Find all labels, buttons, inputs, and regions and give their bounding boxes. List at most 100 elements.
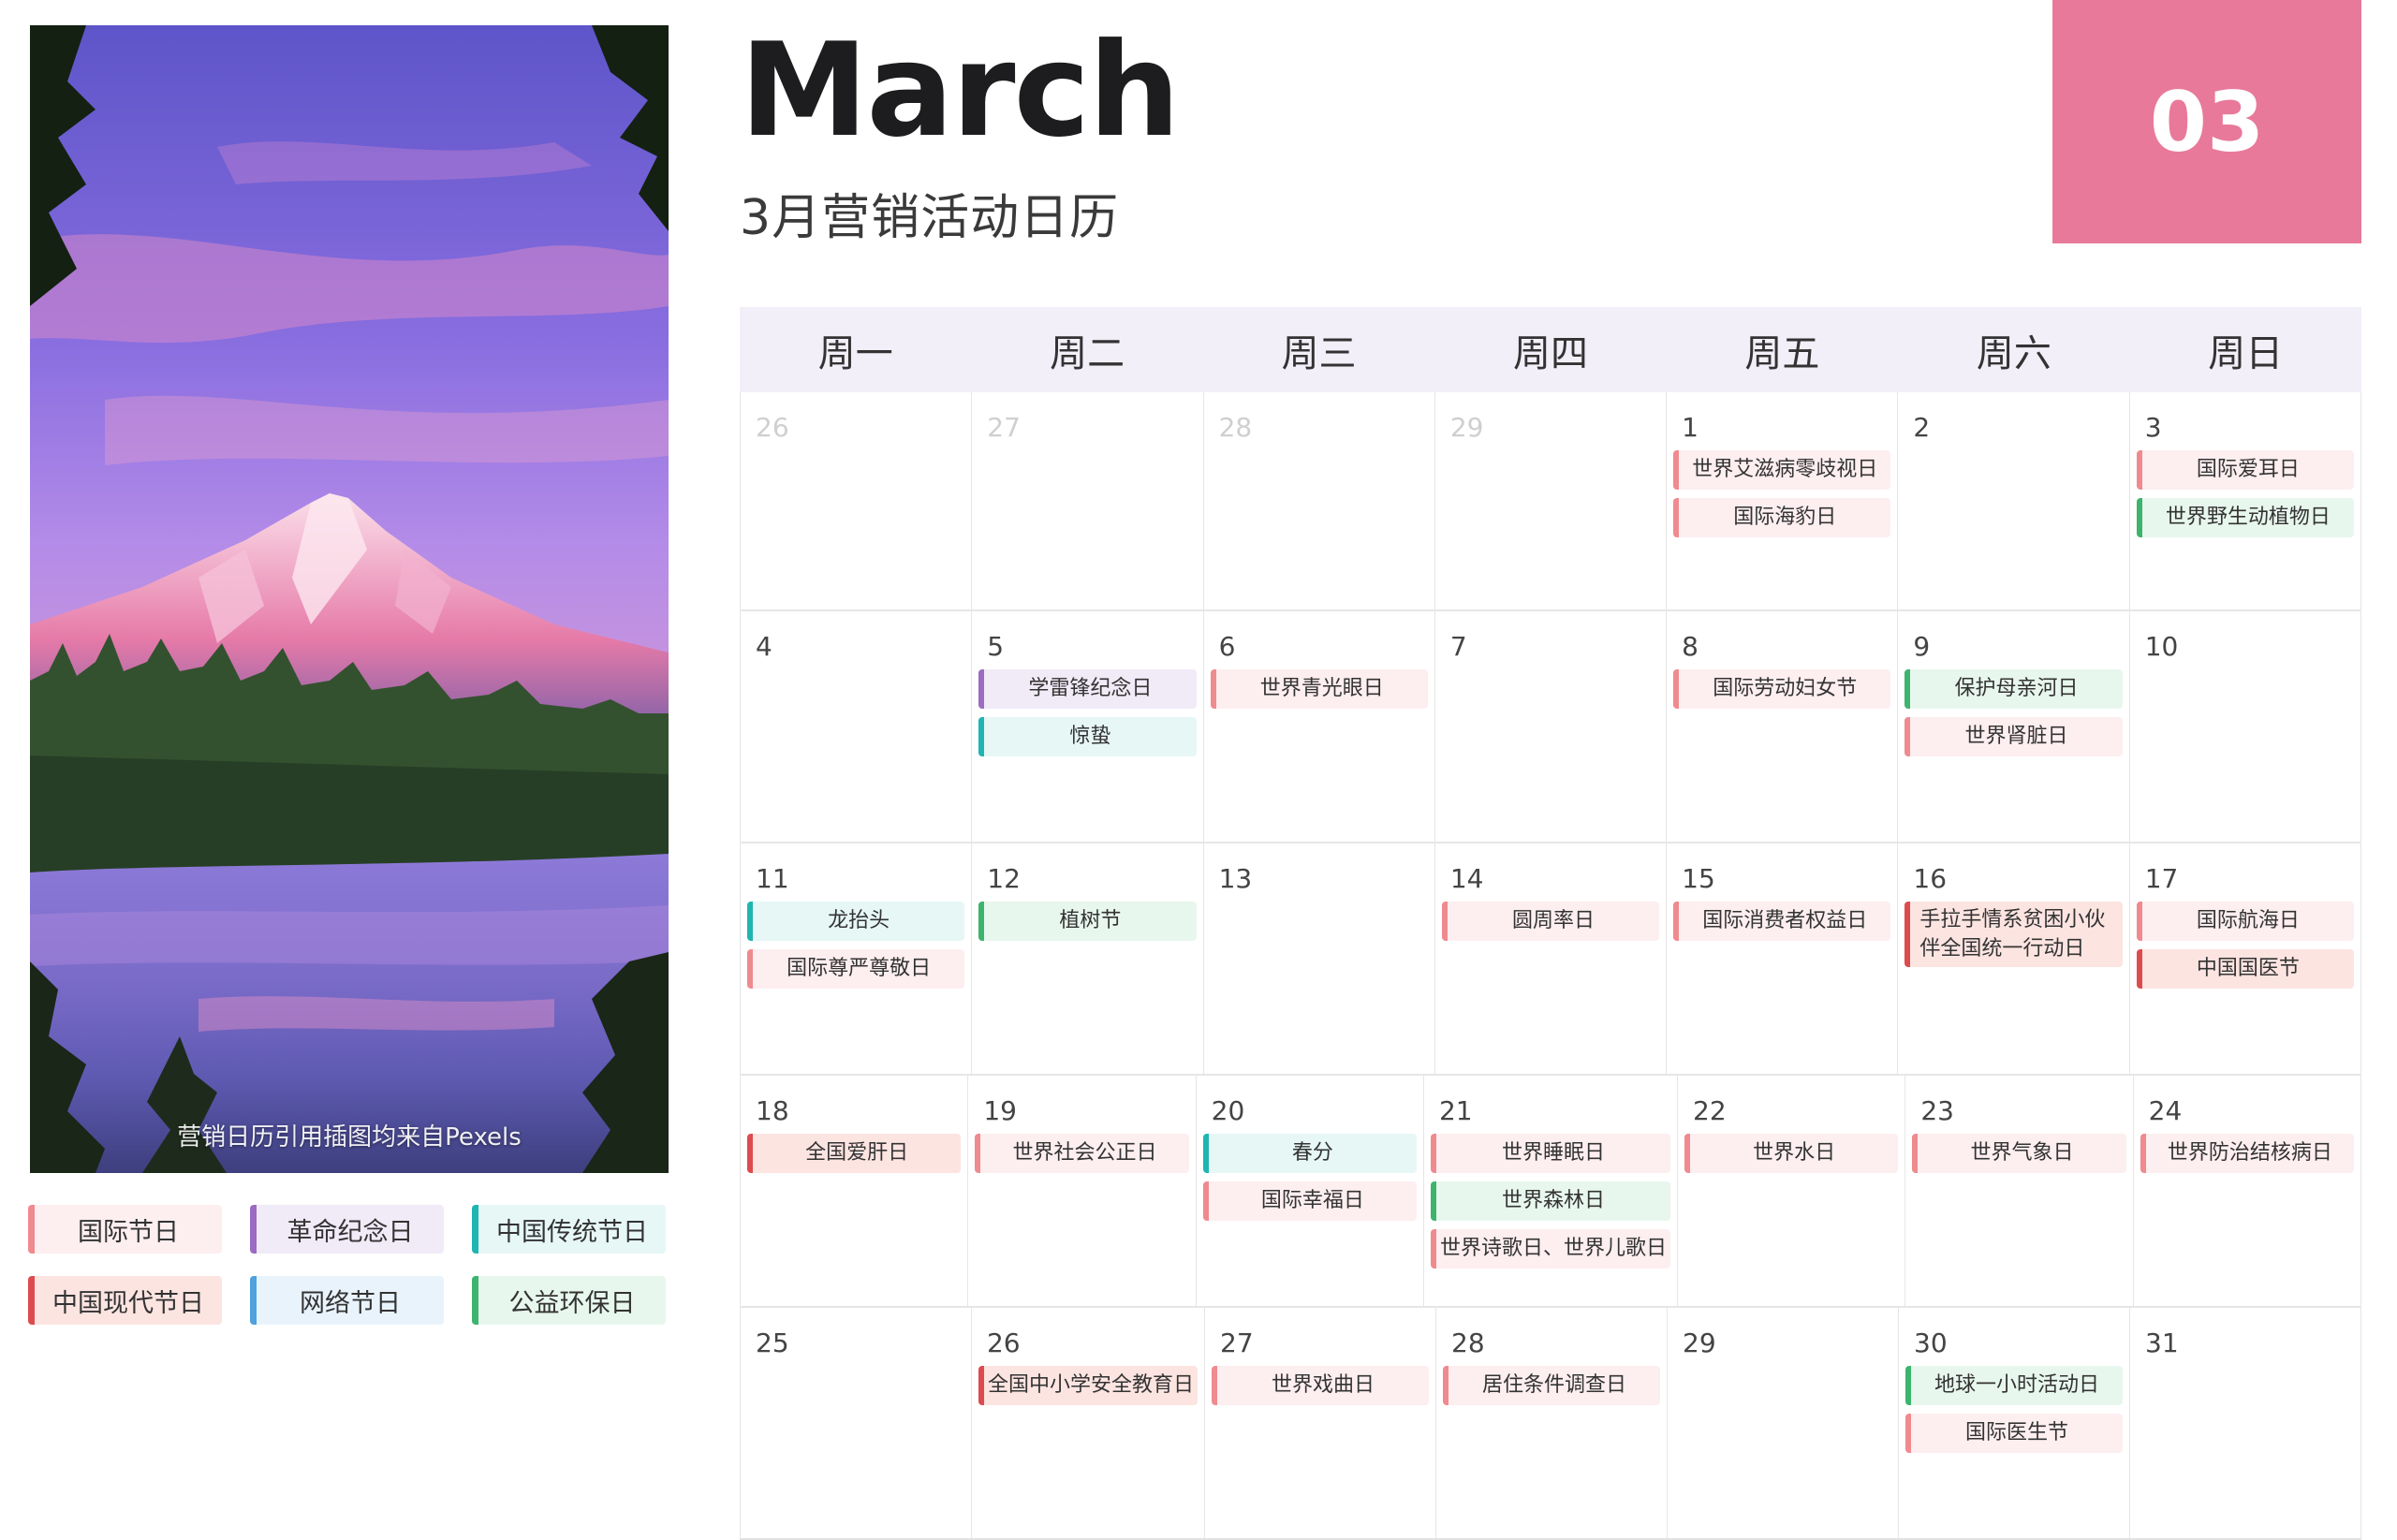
event-tag[interactable]: 国际尊严尊敬日: [747, 949, 965, 989]
day-cell[interactable]: 11 龙抬头 国际尊严尊敬日: [741, 843, 973, 1074]
day-cell[interactable]: 16 手拉手情系贫困小伙伴全国统一行动日: [1898, 843, 2130, 1074]
day-cell[interactable]: 13: [1204, 843, 1435, 1074]
month-number-badge: 03: [2052, 0, 2361, 243]
event-tag[interactable]: 手拉手情系贫困小伙伴全国统一行动日: [1904, 902, 2123, 967]
day-number: 27: [987, 412, 1021, 443]
day-cell[interactable]: 9 保护母亲河日 世界肾脏日: [1898, 611, 2130, 842]
day-cell[interactable]: 22 世界水日: [1678, 1076, 1906, 1306]
event-tag[interactable]: 世界野生动植物日: [2136, 498, 2354, 537]
event-tag[interactable]: 国际海豹日: [1673, 498, 1891, 537]
day-number: 8: [1682, 631, 1698, 662]
day-cell[interactable]: 27 世界戏曲日: [1205, 1308, 1436, 1538]
event-tag[interactable]: 惊蛰: [978, 717, 1197, 756]
event-tag[interactable]: 学雷锋纪念日: [978, 669, 1197, 709]
photo-credit-caption: 营销日历引用插图均来自Pexels: [177, 1123, 522, 1151]
day-cell[interactable]: 27: [972, 392, 1204, 609]
event-tag[interactable]: 植树节: [978, 902, 1197, 941]
day-cell[interactable]: 12 植树节: [972, 843, 1204, 1074]
event-tag[interactable]: 世界社会公正日: [975, 1134, 1189, 1173]
day-number: 31: [2145, 1327, 2179, 1358]
day-number: 15: [1682, 863, 1715, 894]
day-number: 22: [1693, 1095, 1727, 1126]
day-number: 1: [1682, 412, 1698, 443]
day-cell[interactable]: 30 地球一小时活动日 国际医生节: [1899, 1308, 2130, 1538]
event-tag[interactable]: 国际消费者权益日: [1673, 902, 1891, 941]
weekday-label: 周日: [2208, 331, 2284, 375]
day-cell[interactable]: 15 国际消费者权益日: [1667, 843, 1899, 1074]
event-tag[interactable]: 世界戏曲日: [1212, 1366, 1429, 1405]
event-tag[interactable]: 国际航海日: [2136, 902, 2354, 941]
day-cell[interactable]: 23 世界气象日: [1905, 1076, 2134, 1306]
day-number: 28: [1451, 1327, 1485, 1358]
day-number: 14: [1449, 863, 1484, 894]
weekday-label: 周二: [1050, 331, 1125, 375]
day-cell[interactable]: 19 世界社会公正日: [968, 1076, 1197, 1306]
day-number: 21: [1438, 1095, 1473, 1126]
day-cell[interactable]: 18 全国爱肝日: [741, 1076, 969, 1306]
weekday-header: 周一 周二 周三 周四 周五 周六 周日: [740, 307, 2361, 392]
day-cell[interactable]: 8 国际劳动妇女节: [1667, 611, 1899, 842]
event-tag[interactable]: 国际劳动妇女节: [1673, 669, 1891, 709]
event-tag[interactable]: 世界气象日: [1912, 1134, 2126, 1173]
day-number: 10: [2144, 631, 2179, 662]
calendar-week-row: 11 龙抬头 国际尊严尊敬日 12 植树节 13 14 圆周率日 15 国际消费者权益日 16 手拉手…: [741, 842, 2361, 1074]
day-cell[interactable]: 20 春分国际幸福日: [1197, 1076, 1424, 1306]
event-tag[interactable]: 世界诗歌日、世界儿歌日: [1430, 1229, 1670, 1269]
calendar-week-row: 4 5 学雷锋纪念日 惊蛰 6 世界青光眼日 7 8 国际劳动妇女节 9 保护母亲河日 世界肾脏日 10: [741, 609, 2361, 842]
day-cell[interactable]: 29: [1435, 392, 1668, 609]
day-cell[interactable]: 14 圆周率日: [1435, 843, 1668, 1074]
event-tag[interactable]: 龙抬头: [747, 902, 965, 941]
event-tag[interactable]: 国际幸福日: [1202, 1181, 1417, 1221]
event-tag[interactable]: 国际爱耳日: [2136, 450, 2354, 490]
weekday-label: 周六: [1976, 331, 2051, 375]
legend-item-trad: 中国传统节日: [472, 1205, 666, 1254]
landscape-illustration: [30, 25, 669, 1173]
day-cell[interactable]: 4: [741, 611, 973, 842]
event-tag[interactable]: 世界青光眼日: [1210, 669, 1428, 709]
day-cell[interactable]: 25: [741, 1308, 972, 1538]
day-cell[interactable]: 21 世界睡眠日世界森林日世界诗歌日、世界儿歌日: [1424, 1076, 1678, 1306]
event-tag[interactable]: 世界睡眠日: [1430, 1134, 1670, 1173]
day-cell[interactable]: 2: [1898, 392, 2130, 609]
event-tag[interactable]: 国际医生节: [1905, 1414, 2123, 1453]
day-cell[interactable]: 28: [1204, 392, 1435, 609]
day-cell[interactable]: 3 国际爱耳日 世界野生动植物日: [2130, 392, 2361, 609]
day-cell[interactable]: 6 世界青光眼日: [1204, 611, 1435, 842]
day-cell[interactable]: 24 世界防治结核病日: [2134, 1076, 2361, 1306]
day-cell[interactable]: 10: [2130, 611, 2361, 842]
day-cell[interactable]: 26 全国中小学安全教育日: [972, 1308, 1205, 1538]
event-tag[interactable]: 全国爱肝日: [747, 1134, 962, 1173]
event-tag[interactable]: 世界防治结核病日: [2140, 1134, 2354, 1173]
event-tag[interactable]: 世界水日: [1684, 1134, 1899, 1173]
day-cell[interactable]: 5 学雷锋纪念日 惊蛰: [972, 611, 1204, 842]
weekday-label: 周一: [817, 331, 893, 375]
day-number: 16: [1913, 863, 1948, 894]
legend-item-net: 网络节日: [250, 1276, 444, 1325]
day-number: 20: [1211, 1095, 1245, 1126]
day-number: 28: [1218, 412, 1253, 443]
event-tag[interactable]: 地球一小时活动日: [1905, 1366, 2123, 1405]
event-tag[interactable]: 全国中小学安全教育日: [978, 1366, 1198, 1405]
day-number: 27: [1220, 1327, 1254, 1358]
event-tag[interactable]: 世界森林日: [1430, 1181, 1670, 1221]
event-tag[interactable]: 圆周率日: [1441, 902, 1660, 941]
day-cell[interactable]: 26: [741, 392, 973, 609]
day-number: 26: [986, 1327, 1021, 1358]
mountain-lake-photo: 营销日历引用插图均来自Pexels: [30, 25, 669, 1173]
event-tag[interactable]: 世界肾脏日: [1904, 717, 2123, 756]
day-cell[interactable]: 1 世界艾滋病零歧视日 国际海豹日: [1667, 392, 1899, 609]
legend-item-eco: 公益环保日: [472, 1276, 666, 1325]
event-tag[interactable]: 春分: [1202, 1134, 1417, 1173]
day-cell[interactable]: 29: [1668, 1308, 1899, 1538]
event-tag[interactable]: 世界艾滋病零歧视日: [1673, 450, 1891, 490]
day-cell[interactable]: 7: [1435, 611, 1668, 842]
day-cell[interactable]: 31: [2130, 1308, 2361, 1538]
event-tag[interactable]: 居住条件调查日: [1443, 1366, 1660, 1405]
weekday-label: 周五: [1744, 331, 1820, 375]
event-tag[interactable]: 中国国医节: [2136, 949, 2354, 989]
day-cell[interactable]: 28 居住条件调查日: [1436, 1308, 1668, 1538]
day-cell[interactable]: 17 国际航海日 中国国医节: [2130, 843, 2361, 1074]
category-legend: 国际节日 革命纪念日 中国传统节日 中国现代节日 网络节日 公益环保日: [28, 1205, 674, 1325]
calendar-week-row: 26 27 28 29 1 世界艾滋病零歧视日 国际海豹日 2 3 国际爱耳日 世界野生动植物日: [741, 392, 2361, 609]
event-tag[interactable]: 保护母亲河日: [1904, 669, 2123, 709]
